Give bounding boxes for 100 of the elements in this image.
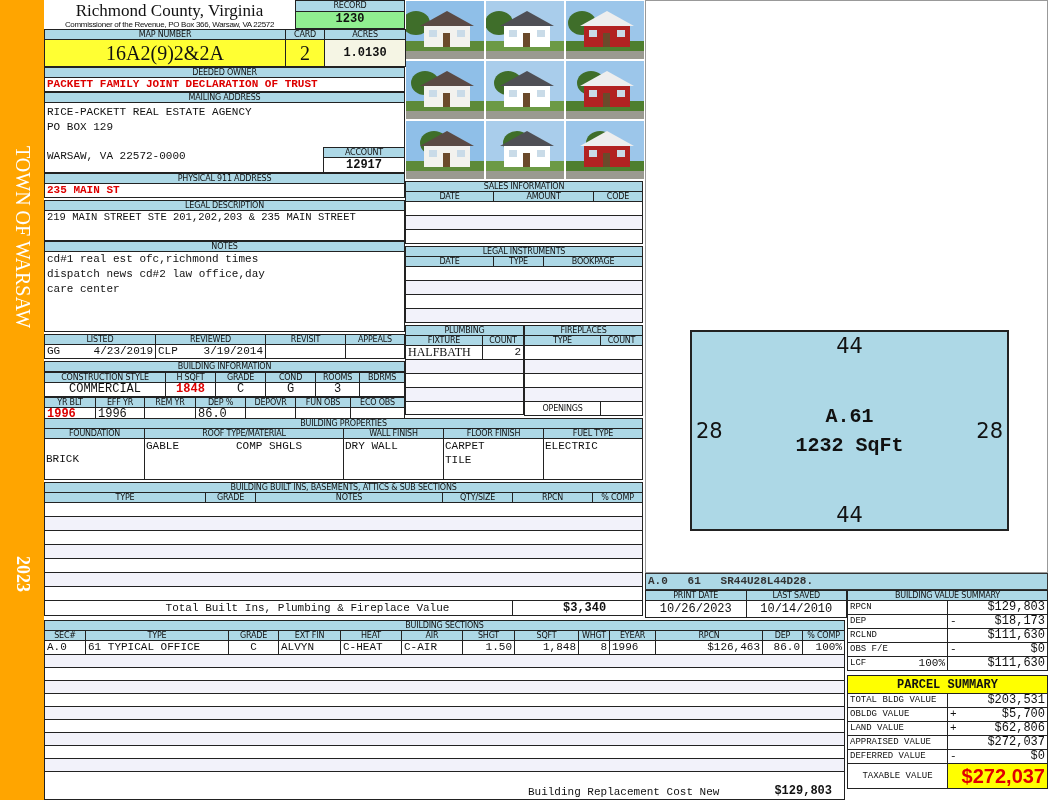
column-header: TYPE [44,492,206,503]
column-header: PRINT DATE [645,590,746,601]
column-header: MAP NUMBER [44,29,286,40]
address-line: WARSAW, VA 22572-0000 [47,149,187,164]
acres-value: 1.0130 [324,39,406,67]
value-label: DEFERRED VALUE [850,750,926,763]
column-header: DATE [405,256,494,267]
column-header: ROOF TYPE/MATERIAL [144,428,344,439]
section-header: BUILDING INFORMATION [44,361,405,372]
amount-value: $5,700 [1001,708,1045,721]
column-header: DATE [405,191,494,202]
column-header: SHGT [462,630,515,641]
column-header: ECO OBS [350,397,405,408]
taxable-label: TAXABLE VALUE [847,763,948,789]
column-header: SQFT [514,630,579,641]
section-header: BUILDING SECTIONS [44,620,845,631]
column-header: ROOMS [315,372,360,383]
column-header: NOTES [255,492,443,503]
section-header: RECORD [295,0,405,12]
column-header: DEP % [195,397,246,408]
legal-description: 219 MAIN STREET STE 201,202,203 & 235 MAIN STREET [44,210,405,241]
dimension-label: 44 [836,503,863,527]
section-header: LEGAL INSTRUMENTS [405,246,643,257]
column-header: YR BLT [44,397,96,408]
column-header: FLOOR FINISH [443,428,544,439]
town-label: TOWN OF WARSAW [10,146,34,329]
total-value: $129,803 [774,784,832,798]
sign-mark: + [950,708,957,721]
column-header: QTY/SIZE [442,492,513,503]
value-label: RPCN [850,601,872,614]
column-header: COUNT [482,335,524,346]
column-header: SEC# [44,630,86,641]
column-header: RPCN [512,492,593,503]
column-header: TYPE [524,335,601,346]
property-value: ELECTRIC [545,439,599,453]
column-header: FUEL TYPE [543,428,643,439]
column-header: CARD [285,29,325,40]
column-header: WHGT [578,630,610,641]
initials: CLP [158,345,178,358]
column-header: CONSTRUCTION STYLE [44,372,166,383]
property-value: GABLE [146,439,179,453]
column-header: GRADE [205,492,256,503]
section-header: BUILDING VALUE SUMMARY [847,590,1048,601]
section-header: PHYSICAL 911 ADDRESS [44,173,405,184]
map-number: 16A2(9)2&2A [44,39,286,67]
column-header: BOOKPAGE [543,256,643,267]
column-header: REVISIT [265,334,346,345]
sign-mark: + [950,722,957,735]
column-header: ACRES [324,29,406,40]
dimension-label: 28 [976,418,1003,443]
total-label: Building Replacement Cost New [527,786,720,798]
amount-value: $18,173 [994,615,1045,628]
column-header: HEAT [340,630,402,641]
column-header: CODE [593,191,643,202]
value-label: APPRAISED VALUE [850,736,931,749]
value-label: OBLDG VALUE [850,708,910,721]
column-header: % COMP [802,630,845,641]
shape-code: A.0 61 SR44U28L44D28. [645,573,1048,590]
column-header: H SQFT [165,372,216,383]
value-label: DEP [850,615,867,628]
section-header: PARCEL SUMMARY [847,675,1048,694]
column-header: DEPOVR [245,397,296,408]
column-header: FIXTURE [405,335,483,346]
section-header: DEEDED OWNER [44,67,405,78]
section-header: NOTES [44,241,405,252]
column-header: COND [265,372,316,383]
value-label: OBS F/E [850,643,888,656]
account-number: 12917 [323,157,404,172]
column-header: WALL FINISH [343,428,444,439]
area-size: 1232 SqFt [795,433,904,457]
property-value: DRY WALL [345,439,399,453]
sign-mark: - [950,750,957,763]
section-header: PLUMBING [405,325,524,336]
column-header: % COMP [592,492,643,503]
property-value: TILE [445,453,473,467]
sign-mark: - [950,643,957,656]
amount-value: $203,531 [987,694,1045,707]
review-date: 4/23/2019 [93,345,153,358]
address-line: RICE-PACKETT REAL ESTATE AGENCY [47,105,252,120]
section-header: MAILING ADDRESS [44,92,405,103]
column-header: BDRMS [359,372,405,383]
column-header: TYPE [493,256,544,267]
column-header: EXT FIN [278,630,341,641]
column-header: DEP [762,630,803,641]
column-header: LAST SAVED [746,590,847,601]
column-header: AIR [401,630,463,641]
address-line: PO BOX 129 [47,120,114,135]
year-label: 2023 [11,556,33,593]
value-label: LCF [850,657,867,670]
amount-value: $0 [1030,750,1045,763]
property-value: COMP SHGLS [236,439,302,453]
column-header: TYPE [85,630,229,641]
initials: GG [47,345,61,358]
office-address: Commissioner of the Revenue, PO Box 366, Warsaw, VA 22572 [64,20,275,29]
section-header: SALES INFORMATION [405,181,643,192]
column-header: EFF YR [95,397,145,408]
amount-value: $62,806 [994,722,1045,735]
amount-value: $0 [1030,643,1045,656]
section-header: ACCOUNT [323,147,404,158]
review-date: 3/19/2014 [203,345,263,358]
